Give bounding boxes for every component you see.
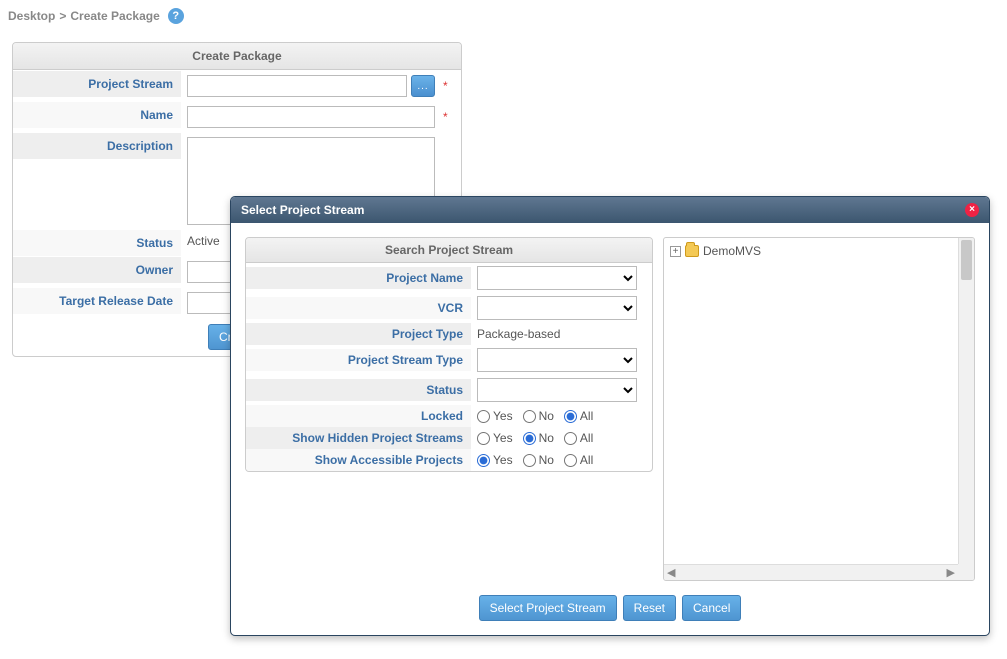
project-tree-panel: + DemoMVS ◀ ▶: [663, 237, 975, 581]
cancel-button[interactable]: Cancel: [682, 595, 741, 621]
label-show-accessible: Show Accessible Projects: [246, 449, 471, 471]
status-value: Active: [187, 234, 220, 248]
hidden-all-radio[interactable]: [564, 432, 577, 445]
vcr-select[interactable]: [477, 296, 637, 320]
project-stream-input[interactable]: [187, 75, 407, 97]
required-indicator: *: [443, 79, 448, 93]
dialog-titlebar[interactable]: Select Project Stream ×: [231, 197, 989, 223]
locked-all-radio[interactable]: [564, 410, 577, 423]
locked-yes-radio[interactable]: [477, 410, 490, 423]
scroll-right-icon[interactable]: ▶: [947, 566, 955, 579]
label-search-project-name: Project Name: [246, 267, 471, 289]
label-search-locked: Locked: [246, 405, 471, 427]
show-hidden-radio-group: Yes No All: [477, 431, 593, 445]
tree-node-label: DemoMVS: [703, 244, 761, 258]
close-icon[interactable]: ×: [965, 203, 979, 217]
label-search-project-type: Project Type: [246, 323, 471, 345]
select-project-stream-button[interactable]: Select Project Stream: [479, 595, 617, 621]
vertical-scrollbar[interactable]: [958, 238, 974, 564]
breadcrumb-root-link[interactable]: Desktop: [8, 9, 55, 23]
horizontal-scrollbar[interactable]: ◀ ▶: [664, 564, 958, 580]
locked-no-radio[interactable]: [523, 410, 536, 423]
accessible-all-radio[interactable]: [564, 454, 577, 467]
project-stream-lookup-button[interactable]: ...: [411, 75, 435, 97]
scroll-corner: [958, 564, 974, 580]
name-input[interactable]: [187, 106, 435, 128]
required-indicator: *: [443, 110, 448, 124]
panel-title: Create Package: [13, 43, 461, 70]
accessible-yes-radio[interactable]: [477, 454, 490, 467]
project-type-value: Package-based: [477, 327, 560, 341]
dialog-title-text: Select Project Stream: [241, 203, 364, 217]
locked-radio-group: Yes No All: [477, 409, 593, 423]
reset-button[interactable]: Reset: [623, 595, 676, 621]
label-search-project-stream-type: Project Stream Type: [246, 349, 471, 371]
label-show-hidden: Show Hidden Project Streams: [246, 427, 471, 449]
help-icon[interactable]: ?: [168, 8, 184, 24]
select-project-stream-dialog: Select Project Stream × Search Project S…: [230, 196, 990, 636]
label-target-release-date: Target Release Date: [13, 288, 181, 314]
label-project-stream: Project Stream: [13, 71, 181, 97]
label-description: Description: [13, 133, 181, 159]
label-status: Status: [13, 230, 181, 256]
breadcrumb-sep: >: [59, 9, 66, 23]
show-accessible-radio-group: Yes No All: [477, 453, 593, 467]
search-panel-title: Search Project Stream: [246, 238, 652, 263]
expand-icon[interactable]: +: [670, 246, 681, 257]
accessible-no-radio[interactable]: [523, 454, 536, 467]
breadcrumb: Desktop > Create Package ?: [8, 8, 999, 24]
folder-icon: [685, 245, 699, 257]
label-search-vcr: VCR: [246, 297, 471, 319]
label-name: Name: [13, 102, 181, 128]
project-name-select[interactable]: [477, 266, 637, 290]
breadcrumb-current: Create Package: [70, 9, 159, 23]
label-owner: Owner: [13, 257, 181, 283]
scroll-left-icon[interactable]: ◀: [667, 566, 675, 579]
hidden-no-radio[interactable]: [523, 432, 536, 445]
tree-node[interactable]: + DemoMVS: [668, 242, 954, 260]
project-stream-type-select[interactable]: [477, 348, 637, 372]
scrollbar-thumb[interactable]: [961, 240, 972, 280]
status-select[interactable]: [477, 378, 637, 402]
label-search-status: Status: [246, 379, 471, 401]
hidden-yes-radio[interactable]: [477, 432, 490, 445]
